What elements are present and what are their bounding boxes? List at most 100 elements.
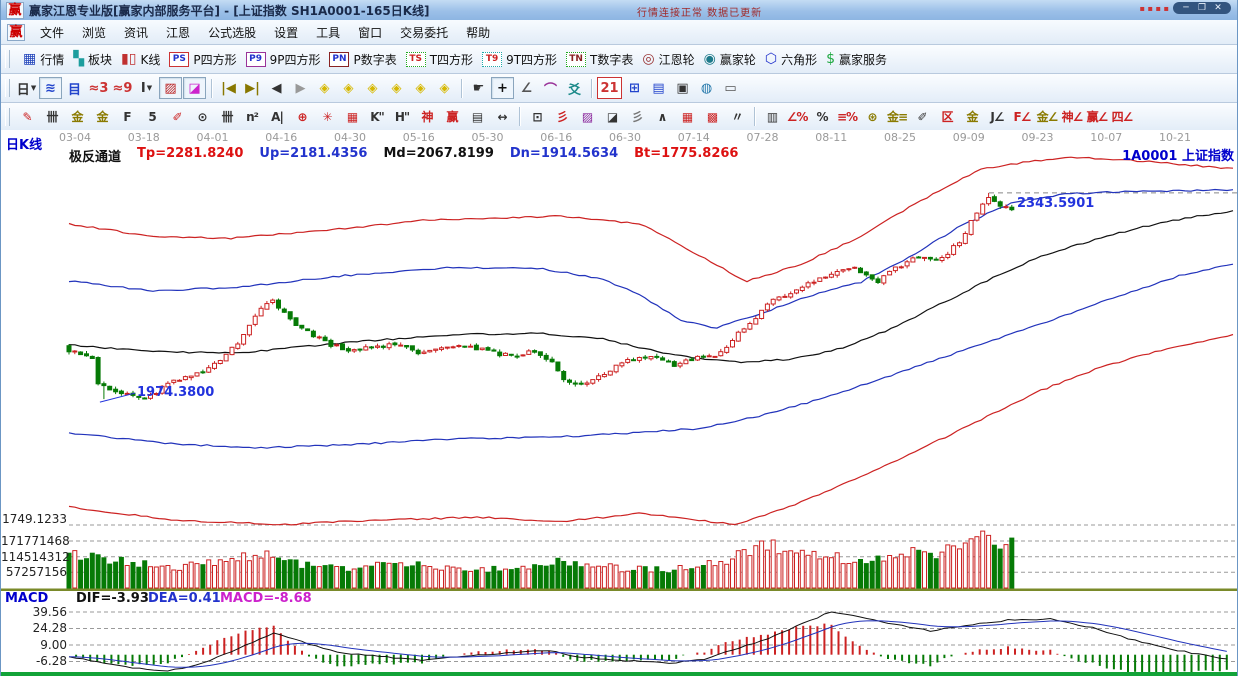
toolbar-grip[interactable] (5, 108, 10, 126)
ink-brush-icon[interactable]: ✐ (910, 106, 934, 127)
last-page-icon[interactable]: ▶| (241, 77, 264, 99)
fan-purple-icon[interactable]: ▨ (575, 106, 599, 127)
calculator-icon[interactable]: ⊞ (623, 77, 646, 99)
red-brush-icon[interactable]: ✐ (165, 106, 189, 127)
percent-trend-icon[interactable]: ∠% (785, 106, 809, 127)
fibo-grid-icon[interactable]: F (115, 106, 139, 127)
angle-measure-icon[interactable]: ∠ (515, 77, 538, 99)
toolbar-sectors-button[interactable]: ▚板块 (73, 51, 112, 68)
calendar-21-icon[interactable]: 21 (597, 77, 622, 99)
wave-zone-icon[interactable]: 区 (935, 106, 959, 127)
h-mark-icon[interactable]: H" (390, 106, 414, 127)
pan-hand-icon[interactable]: ☛ (467, 77, 490, 99)
fan-gray-icon[interactable]: 彡 (625, 106, 649, 127)
box-ruler-icon[interactable]: ⊡ (525, 106, 549, 127)
toolbar-gann-wheel-button[interactable]: ◎江恩轮 (642, 51, 694, 68)
gold-grid-1-icon[interactable]: 金 (65, 106, 89, 127)
menu-item-10[interactable]: 帮助 (457, 23, 499, 43)
menu-item-9[interactable]: 交易委托 (391, 23, 457, 43)
fan-box-icon[interactable]: ◪ (600, 106, 624, 127)
diamond-up-icon[interactable]: ◈ (361, 77, 384, 99)
web-link-icon[interactable]: ◍ (695, 77, 718, 99)
trend-overlay-icon[interactable]: ≋ (39, 77, 62, 99)
gold-grid-2-icon[interactable]: 金 (90, 106, 114, 127)
period-candle-icon[interactable]: 日▼ (15, 77, 38, 99)
percent-lines-icon[interactable]: ≡% (835, 106, 859, 127)
remote-pc-icon[interactable]: ▭ (719, 77, 742, 99)
menu-item-3[interactable]: 资讯 (115, 23, 157, 43)
menu-item-4[interactable]: 江恩 (157, 23, 199, 43)
zigzag-icon[interactable]: ∧ (650, 106, 674, 127)
slant-lines-icon[interactable]: 〃 (725, 106, 749, 127)
single-candle-icon[interactable]: I▼ (135, 77, 158, 99)
toolbar-winner-service-button[interactable]: $赢家服务 (826, 51, 887, 68)
toolbar-grip[interactable] (5, 79, 10, 97)
toolbar-p-square-button[interactable]: PSP四方形 (169, 51, 236, 68)
menu-item-2[interactable]: 浏览 (73, 23, 115, 43)
volume-profile-icon[interactable]: ◪ (183, 77, 206, 99)
shen-grid-icon[interactable]: 神 (415, 106, 439, 127)
save-icon[interactable]: ▣ (671, 77, 694, 99)
grid-red-icon[interactable]: ▦ (675, 106, 699, 127)
next-bar-icon[interactable]: ▶ (289, 77, 312, 99)
ying-grid-icon[interactable]: 赢 (440, 106, 464, 127)
angle-ying-icon[interactable]: 赢∠ (1085, 106, 1109, 127)
toolbar-t-number-table-button[interactable]: TNT数字表 (566, 51, 633, 68)
width-measure-icon[interactable]: ↔ (490, 106, 514, 127)
gann-shape-icon[interactable]: 爻 (563, 77, 586, 99)
wave-9-icon[interactable]: ≈9 (111, 77, 134, 99)
first-page-icon[interactable]: |◀ (217, 77, 240, 99)
diamond-cross-icon[interactable]: ◈ (409, 77, 432, 99)
circle-cross-icon[interactable]: ⊕ (290, 106, 314, 127)
fan-red-icon[interactable]: 彡 (550, 106, 574, 127)
menu-item-8[interactable]: 窗口 (349, 23, 391, 43)
angle-gold-icon[interactable]: 金∠ (1035, 106, 1059, 127)
wave-3-icon[interactable]: ≈3 (87, 77, 110, 99)
gold-circle-icon[interactable]: ⊛ (860, 106, 884, 127)
n-square-icon[interactable]: n² (240, 106, 264, 127)
diamond-right-icon[interactable]: ◈ (337, 77, 360, 99)
bar-stats-icon[interactable]: ▥ (760, 106, 784, 127)
prev-bar-icon[interactable]: ◀ (265, 77, 288, 99)
gold-lines-icon[interactable]: 金≡ (885, 106, 909, 127)
pattern-filter-icon[interactable]: ▨ (159, 77, 182, 99)
angle-f-icon[interactable]: F∠ (1010, 106, 1034, 127)
text-note-icon[interactable]: A| (265, 106, 289, 127)
crosshair-icon[interactable]: + (491, 77, 514, 99)
toolbar-9p-square-button[interactable]: P99P四方形 (246, 51, 321, 68)
angle-si-icon[interactable]: 四∠ (1110, 106, 1134, 127)
spiral-5-icon[interactable]: 5 (140, 106, 164, 127)
toolbar-quotes-button[interactable]: ▦行情 (23, 51, 64, 68)
gann-arc-icon[interactable]: ⌒ (539, 77, 562, 99)
red-grid-box-icon[interactable]: ▦ (340, 106, 364, 127)
tick-grid-icon[interactable]: 卌 (215, 106, 239, 127)
toolbar-hexagon-button[interactable]: ⬡六角形 (765, 51, 817, 68)
angle-shen-icon[interactable]: 神∠ (1060, 106, 1084, 127)
diamond-down-icon[interactable]: ◈ (385, 77, 408, 99)
toolbar-kline-button[interactable]: ▮▯K线 (121, 51, 160, 68)
menu-item-1[interactable]: 文件 (31, 23, 73, 43)
angle-j-icon[interactable]: J∠ (985, 106, 1009, 127)
toolbar-winner-wheel-button[interactable]: ◉赢家轮 (704, 51, 756, 68)
grid-column-icon[interactable]: ▩ (700, 106, 724, 127)
percent-icon[interactable]: % (810, 106, 834, 127)
diamond-center-icon[interactable]: ◈ (433, 77, 456, 99)
toolbar-p-number-table-button[interactable]: PNP数字表 (329, 51, 396, 68)
toolbar-9t-square-button[interactable]: T99T四方形 (482, 51, 557, 68)
pencil-icon[interactable]: ✎ (15, 106, 39, 127)
gold-line-icon[interactable]: 金 (960, 106, 984, 127)
menu-item-6[interactable]: 设置 (265, 23, 307, 43)
diamond-left-icon[interactable]: ◈ (313, 77, 336, 99)
k-mark-icon[interactable]: K" (365, 106, 389, 127)
time-cycle-icon[interactable]: ⊙ (190, 106, 214, 127)
f10-info-icon[interactable]: 目 (63, 77, 86, 99)
price-grid-icon[interactable]: 卌 (40, 106, 64, 127)
toolbar-t-square-button[interactable]: TST四方形 (406, 51, 473, 68)
notes-icon[interactable]: ▤ (647, 77, 670, 99)
minimize-button[interactable]: ─ (1179, 3, 1193, 13)
menu-item-7[interactable]: 工具 (307, 23, 349, 43)
star-burst-icon[interactable]: ✳ (315, 106, 339, 127)
toolbar-grip[interactable] (5, 50, 10, 68)
menu-item-5[interactable]: 公式选股 (199, 23, 265, 43)
close-button[interactable]: ✕ (1211, 3, 1225, 13)
